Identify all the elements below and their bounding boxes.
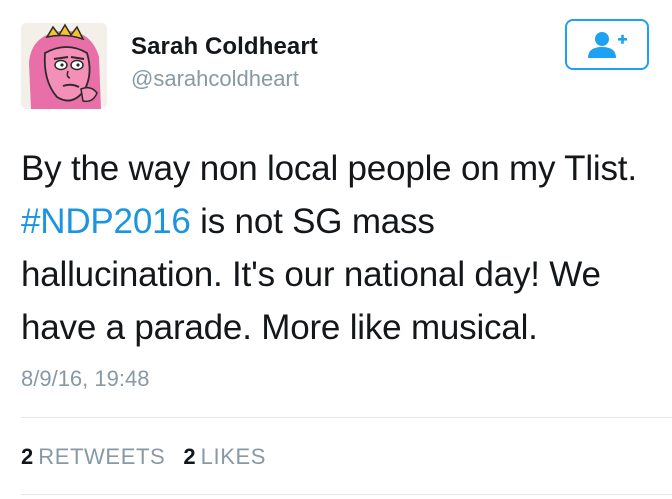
user-handle[interactable]: @sarahcoldheart xyxy=(131,66,299,92)
divider xyxy=(21,417,672,418)
retweets-stat[interactable]: 2 RETWEETS xyxy=(21,444,165,469)
tweet-text: By the way non local people on my Tlist.… xyxy=(21,142,661,354)
likes-label: LIKES xyxy=(200,444,267,469)
display-name[interactable]: Sarah Coldheart xyxy=(131,33,318,61)
likes-stat[interactable]: 2 LIKES xyxy=(183,444,266,469)
divider xyxy=(21,494,672,495)
tweet-line-with-hashtag: #NDP2016 is not SG mass xyxy=(21,195,661,248)
follow-button[interactable] xyxy=(565,19,649,70)
add-user-icon xyxy=(588,31,627,58)
tweet-line: have a parade. More like musical. xyxy=(21,308,538,347)
retweets-count: 2 xyxy=(21,444,34,469)
tweet-line-remainder: is not SG mass xyxy=(190,202,435,241)
avatar[interactable] xyxy=(21,23,107,109)
tweet-stats: 2 RETWEETS 2 LIKES xyxy=(21,444,266,470)
hashtag-link[interactable]: #NDP2016 xyxy=(21,202,191,241)
tweet-line: hallucination. It's our national day! We xyxy=(21,255,601,294)
likes-count: 2 xyxy=(183,444,196,469)
tweet-timestamp[interactable]: 8/9/16, 19:48 xyxy=(21,366,149,392)
avatar-cartoon-princess-icon xyxy=(21,23,107,109)
retweets-label: RETWEETS xyxy=(38,444,166,469)
tweet-line: By the way non local people on my Tlist. xyxy=(21,149,637,188)
